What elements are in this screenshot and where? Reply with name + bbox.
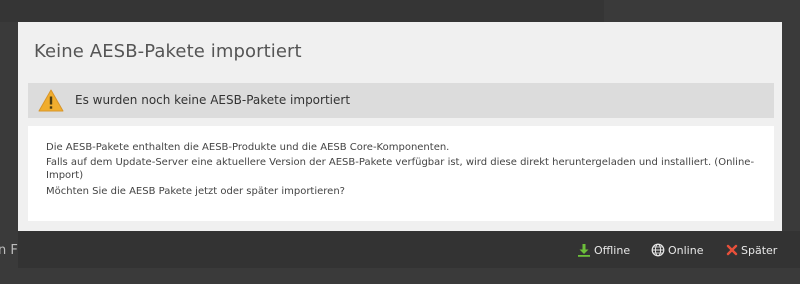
dialog-title: Keine AESB-Pakete importiert bbox=[34, 41, 302, 62]
globe-icon bbox=[651, 243, 665, 257]
close-icon bbox=[726, 244, 738, 256]
online-label: Online bbox=[668, 243, 704, 257]
later-label: Später bbox=[741, 243, 778, 257]
page-footer bbox=[0, 268, 800, 284]
later-button[interactable]: Später bbox=[726, 241, 777, 259]
download-icon bbox=[578, 244, 590, 257]
warning-bar: Es wurden noch keine AESB-Pakete importi… bbox=[28, 83, 774, 118]
background-partial-text: n F bbox=[0, 243, 18, 258]
online-button[interactable]: Online bbox=[651, 241, 703, 259]
background-header bbox=[0, 0, 604, 22]
offline-button[interactable]: Offline bbox=[577, 241, 630, 259]
offline-label: Offline bbox=[594, 243, 631, 257]
import-dialog: Keine AESB-Pakete importiert Es wurden n… bbox=[18, 22, 782, 231]
content-line-2: Falls auf dem Update-Server eine aktuell… bbox=[46, 157, 755, 181]
warning-triangle-icon bbox=[38, 89, 64, 112]
content-line-1: Die AESB-Pakete enthalten die AESB-Produ… bbox=[46, 142, 450, 153]
warning-message: Es wurden noch keine AESB-Pakete importi… bbox=[75, 93, 351, 107]
content-line-3: Möchten Sie die AESB Pakete jetzt oder s… bbox=[46, 186, 345, 197]
dialog-content: Die AESB-Pakete enthalten die AESB-Produ… bbox=[28, 126, 774, 221]
